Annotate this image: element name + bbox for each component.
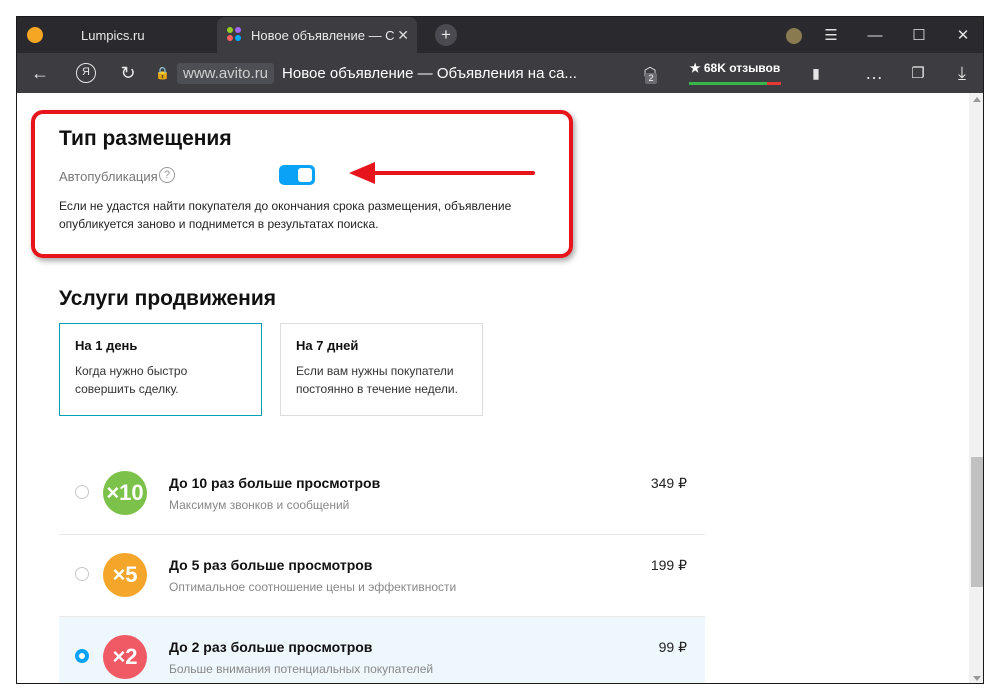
promo-card-1-day[interactable]: На 1 день Когда нужно быстро совершить с…	[59, 323, 262, 416]
maximize-icon[interactable]: ☐	[897, 26, 941, 44]
card-desc-line2: совершить сделку.	[75, 382, 179, 396]
page-content: Тип размещения Автопубликация ? Если не …	[17, 93, 969, 683]
tab-close-icon[interactable]: ✕	[397, 27, 409, 44]
service-subtitle: Больше внимания потенциальных покупателе…	[169, 662, 434, 676]
more-icon[interactable]: …	[859, 53, 889, 93]
annotation-arrow-icon	[349, 162, 535, 184]
url-field[interactable]: 🔒 www.avito.ru Новое объявление — Объявл…	[155, 60, 623, 86]
service-option-x5[interactable]: ×5 До 5 раз больше просмотров Оптимально…	[59, 535, 705, 617]
menu-icon[interactable]: ☰	[809, 26, 853, 44]
window-controls: ☰ — ☐ ✕	[779, 17, 983, 53]
yandex-icon[interactable]: Я	[71, 53, 101, 93]
scrollbar[interactable]	[969, 93, 983, 683]
card-desc-line2: постоянно в течение недели.	[296, 382, 458, 396]
reviews-badge[interactable]: ★ 68K отзывов	[689, 61, 781, 85]
address-bar: ← Я ↻ 🔒 www.avito.ru Новое объявление — …	[17, 53, 983, 93]
tab-lumpics[interactable]: Lumpics.ru	[17, 17, 217, 53]
service-subtitle: Максимум звонков и сообщений	[169, 498, 350, 512]
tab-avito[interactable]: Новое объявление — С ✕	[217, 17, 417, 53]
service-radio[interactable]	[75, 485, 89, 499]
service-price: 349 ₽	[650, 475, 687, 491]
autopublish-label: Автопубликация	[59, 169, 158, 184]
url-page-title: Новое объявление — Объявления на са...	[282, 64, 577, 82]
reload-icon[interactable]: ↻	[113, 53, 143, 93]
promo-card-7-days[interactable]: На 7 дней Если вам нужны покупатели пост…	[280, 323, 483, 416]
help-icon[interactable]: ?	[159, 167, 175, 183]
url-domain: www.avito.ru	[177, 62, 275, 84]
new-tab-button[interactable]: +	[435, 24, 457, 46]
lock-icon: 🔒	[155, 66, 170, 80]
x5-badge-icon: ×5	[103, 553, 147, 597]
tab-strip: Lumpics.ru Новое объявление — С ✕ + ☰ — …	[17, 17, 983, 53]
card-desc-line1: Если вам нужны покупатели	[296, 364, 454, 378]
toggle-knob	[298, 168, 312, 182]
autopublish-toggle[interactable]	[279, 165, 315, 185]
extension-avatar-icon[interactable]	[779, 26, 809, 44]
back-icon[interactable]: ←	[25, 53, 55, 93]
service-price: 99 ₽	[658, 639, 687, 655]
promotion-title: Услуги продвижения	[59, 287, 277, 310]
x10-badge-icon: ×10	[103, 471, 147, 515]
card-title: На 1 день	[75, 338, 138, 353]
placement-title: Тип размещения	[59, 127, 232, 150]
service-title: До 10 раз больше просмотров	[169, 475, 381, 491]
service-title: До 5 раз больше просмотров	[169, 557, 373, 573]
service-option-x10[interactable]: ×10 До 10 раз больше просмотров Максимум…	[59, 453, 705, 535]
x2-badge-icon: ×2	[103, 635, 147, 679]
scroll-thumb[interactable]	[971, 457, 983, 587]
card-title: На 7 дней	[296, 338, 359, 353]
service-option-x2[interactable]: ×2 До 2 раз больше просмотров Больше вни…	[59, 617, 705, 683]
lumpics-favicon-icon	[27, 27, 43, 43]
bookmark-icon[interactable]: ▮	[801, 53, 831, 93]
service-subtitle: Оптимальное соотношение цены и эффективн…	[169, 580, 457, 594]
service-price: 199 ₽	[650, 557, 687, 573]
browser-window: Lumpics.ru Новое объявление — С ✕ + ☰ — …	[16, 16, 984, 684]
collections-icon[interactable]: ❐	[903, 53, 933, 93]
service-radio[interactable]	[75, 567, 89, 581]
tab-label: Новое объявление — С	[251, 27, 395, 43]
card-desc-line1: Когда нужно быстро	[75, 364, 188, 378]
extension-badge: 2	[645, 73, 657, 84]
service-radio-selected[interactable]	[75, 649, 89, 663]
scroll-down-icon[interactable]	[973, 676, 981, 681]
avito-favicon-icon	[227, 27, 243, 43]
close-window-icon[interactable]: ✕	[941, 26, 983, 44]
service-title: До 2 раз больше просмотров	[169, 639, 373, 655]
scroll-up-icon[interactable]	[973, 97, 981, 102]
download-icon[interactable]: ⤓	[947, 53, 977, 93]
autopublish-description: Если не удастся найти покупателя до окон…	[59, 199, 512, 231]
minimize-icon[interactable]: —	[853, 27, 897, 44]
tab-label: Lumpics.ru	[81, 27, 145, 43]
